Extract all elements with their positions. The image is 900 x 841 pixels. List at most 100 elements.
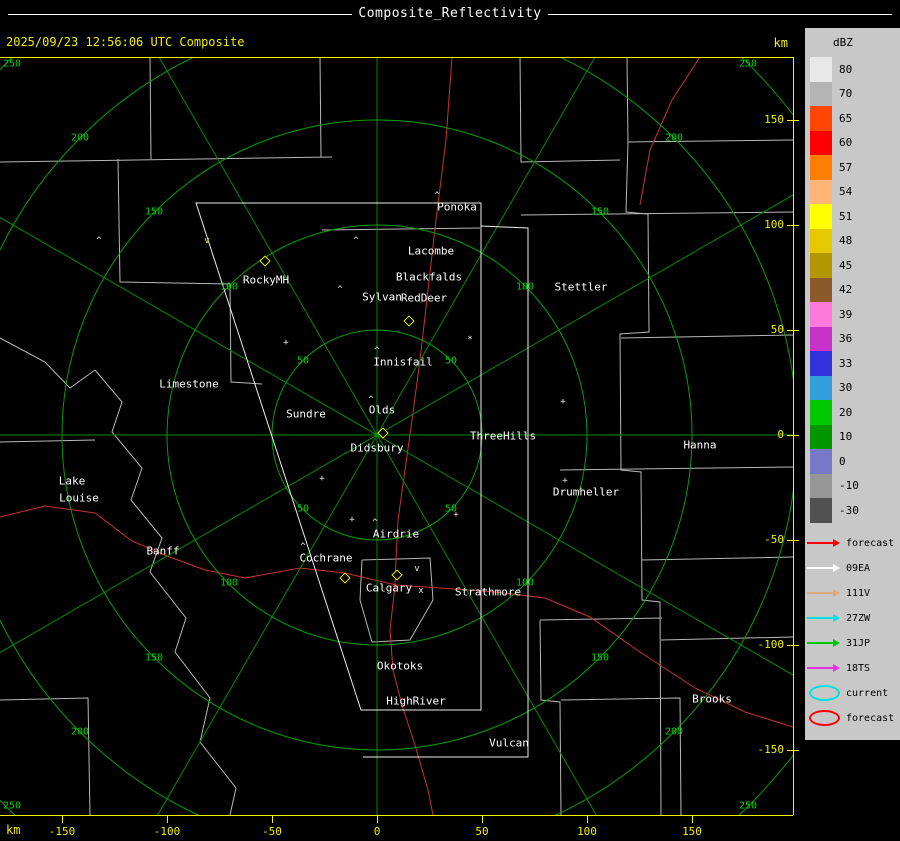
y-tick-label: 150 bbox=[764, 113, 784, 126]
city-label-hanna: Hanna bbox=[683, 438, 717, 452]
ring-distance-label: 200 bbox=[70, 132, 90, 144]
yellow-arrow-marker: v bbox=[204, 236, 210, 246]
station-point-marker: + bbox=[349, 515, 355, 525]
colorbar-value: 65 bbox=[839, 111, 853, 125]
x-tick-label: 150 bbox=[682, 825, 702, 838]
arrow-head bbox=[833, 664, 840, 672]
colorbar-row: 60 bbox=[805, 130, 900, 155]
colorbar-value: 10 bbox=[839, 430, 853, 444]
station-point-marker: ^ bbox=[96, 236, 102, 246]
colorbar-swatch bbox=[810, 351, 832, 376]
y-tick-mark bbox=[787, 225, 799, 226]
station-point-marker: ^ bbox=[374, 346, 380, 356]
colorbar-row: 0 bbox=[805, 449, 900, 474]
colorbar-row: -30 bbox=[805, 498, 900, 523]
colorbar-row: 39 bbox=[805, 302, 900, 327]
x-tick-label: 50 bbox=[475, 825, 489, 838]
station-point-marker: ^ bbox=[300, 542, 306, 552]
y-tick-label: 0 bbox=[777, 428, 784, 441]
colorbar-swatch bbox=[810, 106, 832, 131]
colorbar-swatch bbox=[810, 81, 832, 106]
legend-ellipse-icon bbox=[807, 685, 843, 701]
colorbar-row: 51 bbox=[805, 204, 900, 229]
arrow-head bbox=[833, 539, 840, 547]
colorbar-value: 39 bbox=[839, 307, 853, 321]
ring-distance-label: 250 bbox=[2, 800, 22, 812]
radar-map-canvas[interactable] bbox=[0, 0, 900, 841]
ring-distance-label: 100 bbox=[515, 281, 535, 293]
ellipse-outline bbox=[809, 685, 840, 701]
colorbar-row: 36 bbox=[805, 326, 900, 351]
legend-row-forecast: forecast bbox=[805, 531, 900, 556]
arrow-head bbox=[833, 639, 840, 647]
station-point-marker: + bbox=[562, 476, 568, 486]
x-tick-label: -50 bbox=[262, 825, 282, 838]
arrow-head bbox=[833, 589, 840, 597]
arrow-shaft bbox=[807, 617, 833, 619]
colorbar-swatch bbox=[810, 375, 832, 400]
colorbar-swatch bbox=[810, 473, 832, 498]
colorbar-row: 48 bbox=[805, 228, 900, 253]
city-label-didsbury: Didsbury bbox=[350, 441, 404, 455]
ring-distance-label: 50 bbox=[296, 503, 310, 515]
y-tick-mark bbox=[787, 645, 799, 646]
colorbar-swatch bbox=[810, 204, 832, 229]
colorbar-row: 80 bbox=[805, 57, 900, 82]
arrow-shaft bbox=[807, 567, 833, 569]
colorbar-value: 54 bbox=[839, 185, 853, 199]
station-point-marker: ^ bbox=[434, 191, 440, 201]
colorbar-swatch bbox=[810, 302, 832, 327]
legend-arrow-icon bbox=[807, 664, 843, 672]
y-tick-mark bbox=[787, 435, 799, 436]
city-label-cochrane: Cochrane bbox=[299, 551, 353, 565]
station-point-marker: x bbox=[418, 586, 424, 596]
station-point-marker: ^ bbox=[353, 236, 359, 246]
legend-label: 31JP bbox=[846, 637, 871, 649]
city-label-limestone: Limestone bbox=[159, 377, 219, 391]
station-point-marker: + bbox=[453, 510, 459, 520]
colorbar-value: 30 bbox=[839, 381, 853, 395]
ring-distance-label: 50 bbox=[444, 355, 458, 367]
station-point-marker: ^ bbox=[368, 395, 374, 405]
city-label-ponoka: Ponoka bbox=[437, 200, 477, 214]
ring-distance-label: 200 bbox=[664, 132, 684, 144]
colorbar-row: 20 bbox=[805, 400, 900, 425]
legend-arrow-icon bbox=[807, 639, 843, 647]
colorbar-swatch bbox=[810, 277, 832, 302]
x-tick-label: -100 bbox=[153, 825, 181, 838]
legend-label: 27ZW bbox=[846, 612, 871, 624]
colorbar-swatch bbox=[810, 326, 832, 351]
colorbar-swatch bbox=[810, 228, 832, 253]
colorbar: 80 70 65 60 57 54 51 48 45 42 39 36 33 30 20 10 0 -10 -30 bbox=[805, 57, 900, 523]
city-label-reddeer: RedDeer bbox=[400, 291, 448, 305]
legend-row-09EA: 09EA bbox=[805, 556, 900, 581]
y-tick-label: 100 bbox=[764, 218, 784, 231]
legend-ellipse-icon bbox=[807, 710, 843, 726]
range-rings bbox=[0, 57, 793, 815]
ring-distance-label: 200 bbox=[664, 726, 684, 738]
city-label-calgary: Calgary bbox=[365, 581, 413, 595]
colorbar-swatch bbox=[810, 253, 832, 278]
x-tick-label: 0 bbox=[373, 825, 381, 838]
ring-distance-label: 150 bbox=[590, 652, 610, 664]
colorbar-value: 48 bbox=[839, 234, 853, 248]
city-label-vulcan: Vulcan bbox=[489, 736, 529, 750]
x-tick-mark bbox=[272, 816, 273, 823]
city-label-louise: Louise bbox=[59, 491, 99, 505]
symbol-legend: forecast 09EA 111V 27ZW 31JP 18TS current forec… bbox=[805, 531, 900, 731]
city-label-sundre: Sundre bbox=[286, 407, 326, 421]
colorbar-title: dBZ bbox=[833, 36, 853, 49]
x-tick-label: -150 bbox=[48, 825, 76, 838]
colorbar-value: 20 bbox=[839, 405, 853, 419]
legend-row-31JP: 31JP bbox=[805, 631, 900, 656]
colorbar-row: -10 bbox=[805, 473, 900, 498]
legend-label: 111V bbox=[846, 587, 871, 599]
ring-distance-label: 100 bbox=[219, 577, 239, 589]
ring-distance-label: 150 bbox=[144, 206, 164, 218]
x-tick-mark bbox=[692, 816, 693, 823]
colorbar-value: 57 bbox=[839, 160, 853, 174]
y-tick-label: 50 bbox=[770, 323, 784, 336]
legend-label: forecast bbox=[846, 712, 895, 724]
colorbar-value: 42 bbox=[839, 283, 853, 297]
arrow-shaft bbox=[807, 642, 833, 644]
